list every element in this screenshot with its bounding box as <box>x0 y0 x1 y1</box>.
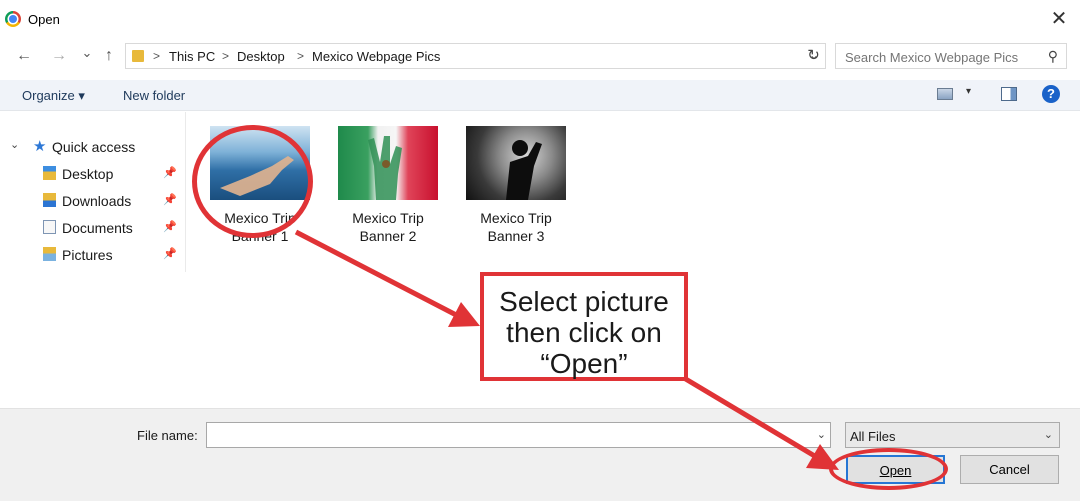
pin-icon[interactable]: 📌 <box>163 220 177 233</box>
file-label[interactable]: Mexico Trip Banner 3 <box>466 209 566 245</box>
breadcrumb-separator: > <box>222 49 230 63</box>
desktop-folder-icon <box>43 166 56 180</box>
title-bar: Open ✕ <box>0 0 1080 40</box>
cancel-button[interactable]: Cancel <box>960 455 1059 484</box>
sidebar-item-label: Quick access <box>52 139 136 155</box>
hand-flag-image <box>368 136 402 200</box>
forward-arrow-icon[interactable]: → <box>48 45 70 67</box>
window-title: Open <box>28 12 60 27</box>
new-folder-button[interactable]: New folder <box>123 88 185 103</box>
chevron-down-icon[interactable]: ⌄ <box>817 428 826 441</box>
pin-icon[interactable]: 📌 <box>163 247 177 260</box>
documents-folder-icon <box>43 220 56 234</box>
highlight-circle-file <box>192 125 313 238</box>
file-thumbnail-banner-3[interactable] <box>466 126 566 200</box>
callout-line: “Open” <box>540 348 628 379</box>
callout-line: Select picture <box>499 286 669 317</box>
search-input[interactable] <box>843 45 1047 69</box>
sidebar-item-label: Desktop <box>62 166 114 182</box>
callout-line: then click on <box>506 317 662 348</box>
file-name-line1: Mexico Trip <box>480 210 552 226</box>
file-name-line1: Mexico Trip <box>352 210 424 226</box>
arrowhead <box>448 302 480 327</box>
recent-locations-icon[interactable]: ⌄ <box>76 42 98 64</box>
file-type-value: All Files <box>850 429 896 444</box>
breadcrumb-current-folder[interactable]: Mexico Webpage Pics <box>312 49 440 64</box>
up-arrow-icon[interactable]: ↑ <box>98 45 120 67</box>
sidebar-item-quick-access[interactable]: ⌄ ★ Quick access <box>0 134 185 158</box>
folder-icon <box>132 50 144 62</box>
close-icon[interactable]: ✕ <box>1048 8 1070 30</box>
address-bar[interactable]: > This PC > Desktop > Mexico Webpage Pic… <box>125 43 826 69</box>
pictures-folder-icon <box>43 247 56 261</box>
file-type-select[interactable]: All Files ⌄ <box>845 422 1060 448</box>
file-name-label: File name: <box>137 428 198 443</box>
search-box[interactable]: ⚲ <box>835 43 1067 69</box>
breadcrumb-separator: > <box>297 49 305 63</box>
sidebar-item-desktop[interactable]: Desktop 📌 <box>0 161 185 185</box>
silhouette-image <box>506 140 542 200</box>
search-icon[interactable]: ⚲ <box>1048 48 1058 65</box>
sidebar-item-pictures[interactable]: Pictures 📌 <box>0 242 185 266</box>
help-icon[interactable]: ? <box>1042 85 1060 103</box>
refresh-icon[interactable]: ↻ <box>802 43 826 69</box>
star-icon: ★ <box>33 138 47 155</box>
breadcrumb-separator: > <box>153 49 161 63</box>
highlight-circle-open <box>829 448 948 490</box>
instruction-callout: Select picture then click on “Open” <box>480 272 688 381</box>
preview-pane-icon[interactable] <box>1001 87 1017 101</box>
breadcrumb-desktop[interactable]: Desktop <box>237 49 285 64</box>
organize-button[interactable]: Organize ▾ <box>22 88 85 104</box>
breadcrumb-this-pc[interactable]: This PC <box>169 49 215 64</box>
sidebar-item-label: Pictures <box>62 247 113 263</box>
file-name-line2: Banner 2 <box>359 228 417 244</box>
sidebar-item-documents[interactable]: Documents 📌 <box>0 215 185 239</box>
back-arrow-icon[interactable]: ← <box>13 45 35 67</box>
sidebar-item-label: Downloads <box>62 193 132 209</box>
sidebar-item-label: Documents <box>62 220 133 236</box>
chevron-down-icon[interactable]: ⌄ <box>1044 428 1053 441</box>
change-view-icon[interactable] <box>937 88 953 100</box>
sidebar-item-downloads[interactable]: Downloads 📌 <box>0 188 185 212</box>
file-thumbnail-banner-2[interactable] <box>338 126 438 200</box>
file-name-field[interactable]: ⌄ <box>206 422 831 448</box>
chevron-down-icon[interactable]: ⌄ <box>10 138 19 151</box>
file-label[interactable]: Mexico Trip Banner 2 <box>338 209 438 245</box>
chrome-icon <box>5 11 21 27</box>
downloads-folder-icon <box>43 193 56 207</box>
navigation-pane: ⌄ ★ Quick access Desktop 📌 Downloads 📌 D… <box>0 112 186 272</box>
file-name-line2: Banner 3 <box>487 228 545 244</box>
pin-icon[interactable]: 📌 <box>163 193 177 206</box>
pin-icon[interactable]: 📌 <box>163 166 177 179</box>
view-options-dropdown-icon[interactable]: ▾ <box>966 86 971 97</box>
